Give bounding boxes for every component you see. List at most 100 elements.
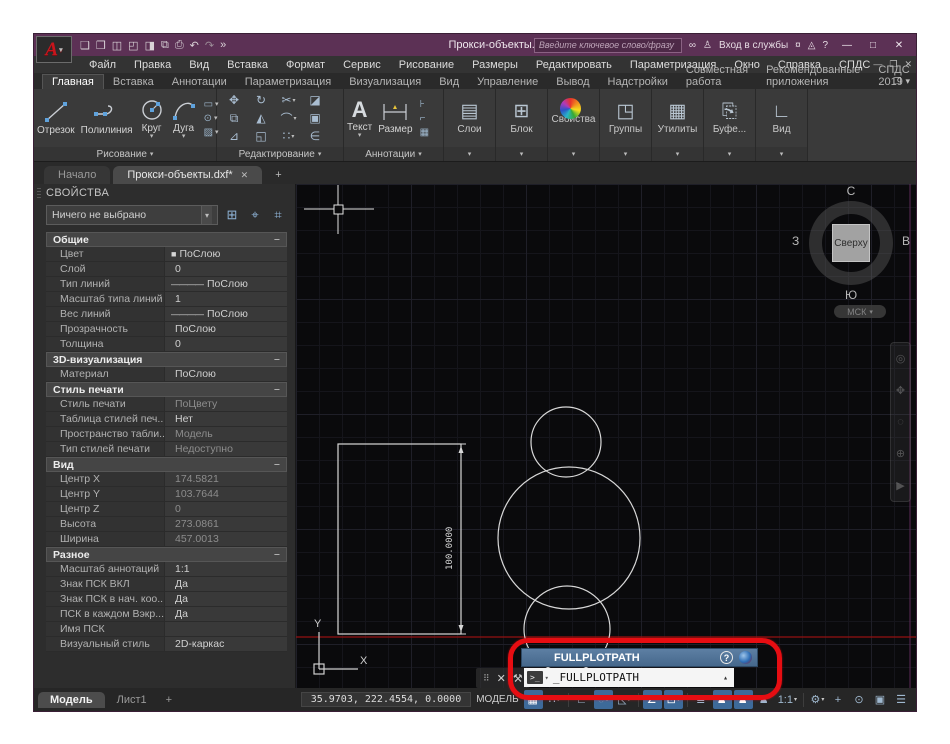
settings-icon[interactable]: ⚙ ▾ xyxy=(808,690,827,709)
new-layout-button[interactable]: + xyxy=(159,692,179,708)
property-value[interactable]: 0 xyxy=(164,502,287,516)
menu-item[interactable]: Вид xyxy=(180,59,218,71)
annotation-panel-label[interactable]: Аннотации ▾ xyxy=(344,147,443,161)
fillet-icon[interactable]: ⌒ ▾ xyxy=(275,109,302,127)
search-input[interactable]: Введите ключевое слово/фразу xyxy=(534,38,682,53)
transmit-icon[interactable]: ⧉ xyxy=(161,39,169,52)
erase-icon[interactable]: ◪ xyxy=(302,91,329,109)
ribbon-tab[interactable]: Рекомендованные приложения xyxy=(757,63,869,89)
annotation-scale-value[interactable]: 1:1 ▾ xyxy=(776,690,799,709)
property-row[interactable]: Высота 273.0861 xyxy=(46,517,287,532)
save-as-icon[interactable]: ◰ xyxy=(128,39,138,52)
caret-icon[interactable]: ▾ xyxy=(794,696,797,703)
groups-panel[interactable]: ◳ Группы ▾ xyxy=(600,89,652,161)
open-file-icon[interactable]: ❒ xyxy=(96,39,106,52)
property-value[interactable]: 2D-каркас xyxy=(164,637,287,651)
line-tool[interactable]: Отрезок xyxy=(34,100,78,136)
ribbon-tab[interactable]: Визуализация xyxy=(340,75,430,89)
property-value[interactable]: Да xyxy=(164,577,287,591)
a360-icon[interactable]: ◬ xyxy=(808,40,816,51)
property-row[interactable]: Слой 0 xyxy=(46,262,287,277)
menu-item[interactable]: Формат xyxy=(277,59,334,71)
new-file-icon[interactable]: ❑ xyxy=(80,39,90,52)
property-row[interactable]: Знак ПСК в нач. коо... Да xyxy=(46,592,287,607)
viewcube-north[interactable]: С xyxy=(808,184,894,198)
separator[interactable] xyxy=(803,693,804,707)
layout1-tab[interactable]: Лист1 xyxy=(105,692,159,708)
show-motion-icon[interactable]: ▶ xyxy=(896,479,904,492)
scale-icon[interactable]: ◱ xyxy=(248,127,275,145)
redo-icon[interactable]: ↷ xyxy=(205,39,214,52)
stretch-icon[interactable]: ⊿ xyxy=(221,127,248,145)
ribbon-tab[interactable]: Главная xyxy=(42,74,104,89)
menu-item[interactable]: Рисование xyxy=(390,59,463,71)
property-value[interactable]: Модель xyxy=(164,427,287,441)
ribbon-tab[interactable]: Вставка xyxy=(104,75,163,89)
zoom-icon[interactable]: ◌ xyxy=(897,416,904,428)
toggle-pickadd-icon[interactable]: ⊞ xyxy=(223,206,241,224)
view-panel[interactable]: ∟ Вид ▾ xyxy=(756,89,808,161)
collapse-icon[interactable]: − xyxy=(274,549,280,561)
panel-expand[interactable]: ▾ xyxy=(704,147,755,161)
commandline-close-icon[interactable]: ✕ xyxy=(497,672,506,685)
property-row[interactable]: Центр Y 103.7644 xyxy=(46,487,287,502)
move-icon[interactable]: ✥ xyxy=(221,91,248,109)
dropdown-caret-icon[interactable]: ▾ xyxy=(201,206,212,224)
coordinates-display[interactable]: 35.9703, 222.4554, 0.0000 xyxy=(301,692,472,707)
property-value[interactable] xyxy=(164,622,287,636)
arc-caret-icon[interactable]: ▾ xyxy=(182,135,186,139)
property-value[interactable]: 174.5821 xyxy=(164,472,287,486)
layers-panel[interactable]: ▤ Слои ▾ xyxy=(444,89,496,161)
property-row[interactable]: Масштаб аннотаций 1:1 xyxy=(46,562,287,577)
customization-menu-icon[interactable]: ☰ xyxy=(892,690,911,709)
property-value[interactable]: 0 xyxy=(164,262,287,276)
property-row[interactable]: Стиль печати ПоЦвету xyxy=(46,397,287,412)
dimension-tool[interactable]: Размер xyxy=(375,101,415,135)
circle-caret-icon[interactable]: ▾ xyxy=(150,135,154,139)
property-value[interactable]: 1 xyxy=(164,292,287,306)
section-header[interactable]: Общие − xyxy=(46,232,287,247)
property-value[interactable]: 0 xyxy=(164,337,287,351)
property-row[interactable]: Знак ПСК ВКЛ Да xyxy=(46,577,287,592)
ribbon-tab[interactable]: Аннотации xyxy=(163,75,236,89)
array-icon[interactable]: ∷ ▾ xyxy=(275,127,302,145)
viewcube-east[interactable]: В xyxy=(902,234,910,248)
space-indicator[interactable]: МОДЕЛЬ xyxy=(476,694,518,705)
mirror-icon[interactable]: ◭ xyxy=(248,109,275,127)
collapse-icon[interactable]: − xyxy=(274,354,280,366)
signin-icon[interactable]: ♙ xyxy=(703,40,712,51)
viewcube-top-face[interactable]: Сверху xyxy=(832,224,870,262)
tab-start[interactable]: Начало xyxy=(44,166,110,184)
tab-current-drawing[interactable]: Прокси-объекты.dxf* ✕ xyxy=(113,166,262,184)
property-value[interactable]: Да xyxy=(164,592,287,606)
ribbon-state-icon[interactable]: ❐ xyxy=(893,76,901,87)
panel-expand[interactable]: ▾ xyxy=(652,147,703,161)
property-value[interactable]: Недоступно xyxy=(164,442,287,456)
property-row[interactable]: Ширина 457.0013 xyxy=(46,532,287,547)
ribbon-collapse-icon[interactable]: ▾ xyxy=(905,76,910,87)
draw-panel-label[interactable]: Рисование ▾ xyxy=(34,147,216,161)
minimize-button[interactable]: — xyxy=(834,34,860,56)
panel-expand[interactable]: ▾ xyxy=(600,147,651,161)
qat-expand-icon[interactable]: » xyxy=(220,39,226,51)
polyline-tool[interactable]: Полилиния xyxy=(78,100,136,136)
save-icon[interactable]: ◫ xyxy=(112,39,122,52)
ribbon-tab[interactable]: Совместная работа xyxy=(677,63,757,89)
maximize-button[interactable]: □ xyxy=(860,34,886,56)
property-row[interactable]: Таблица стилей печ... Нет xyxy=(46,412,287,427)
selection-dropdown[interactable]: Ничего не выбрано ▾ xyxy=(46,205,218,225)
property-row[interactable]: Тип линий ———— ПоСлою xyxy=(46,277,287,292)
multileader-icon[interactable]: ⌐ xyxy=(420,113,429,124)
caret-icon[interactable]: ▾ xyxy=(821,696,824,703)
property-value[interactable]: 103.7644 xyxy=(164,487,287,501)
property-row[interactable]: Масштаб типа линий 1 xyxy=(46,292,287,307)
viewcube-south[interactable]: Ю xyxy=(808,288,894,302)
wcs-dropdown[interactable]: МСК ▾ xyxy=(834,305,886,318)
collapse-icon[interactable]: − xyxy=(274,384,280,396)
clean-screen-icon[interactable]: ▣ xyxy=(871,690,890,709)
collapse-icon[interactable]: − xyxy=(274,234,280,246)
section-header[interactable]: 3D-визуализация − xyxy=(46,352,287,367)
property-value[interactable]: ПоСлою xyxy=(164,367,287,381)
menu-item[interactable]: Правка xyxy=(125,59,180,71)
caret-icon[interactable]: ▾ xyxy=(293,97,296,104)
